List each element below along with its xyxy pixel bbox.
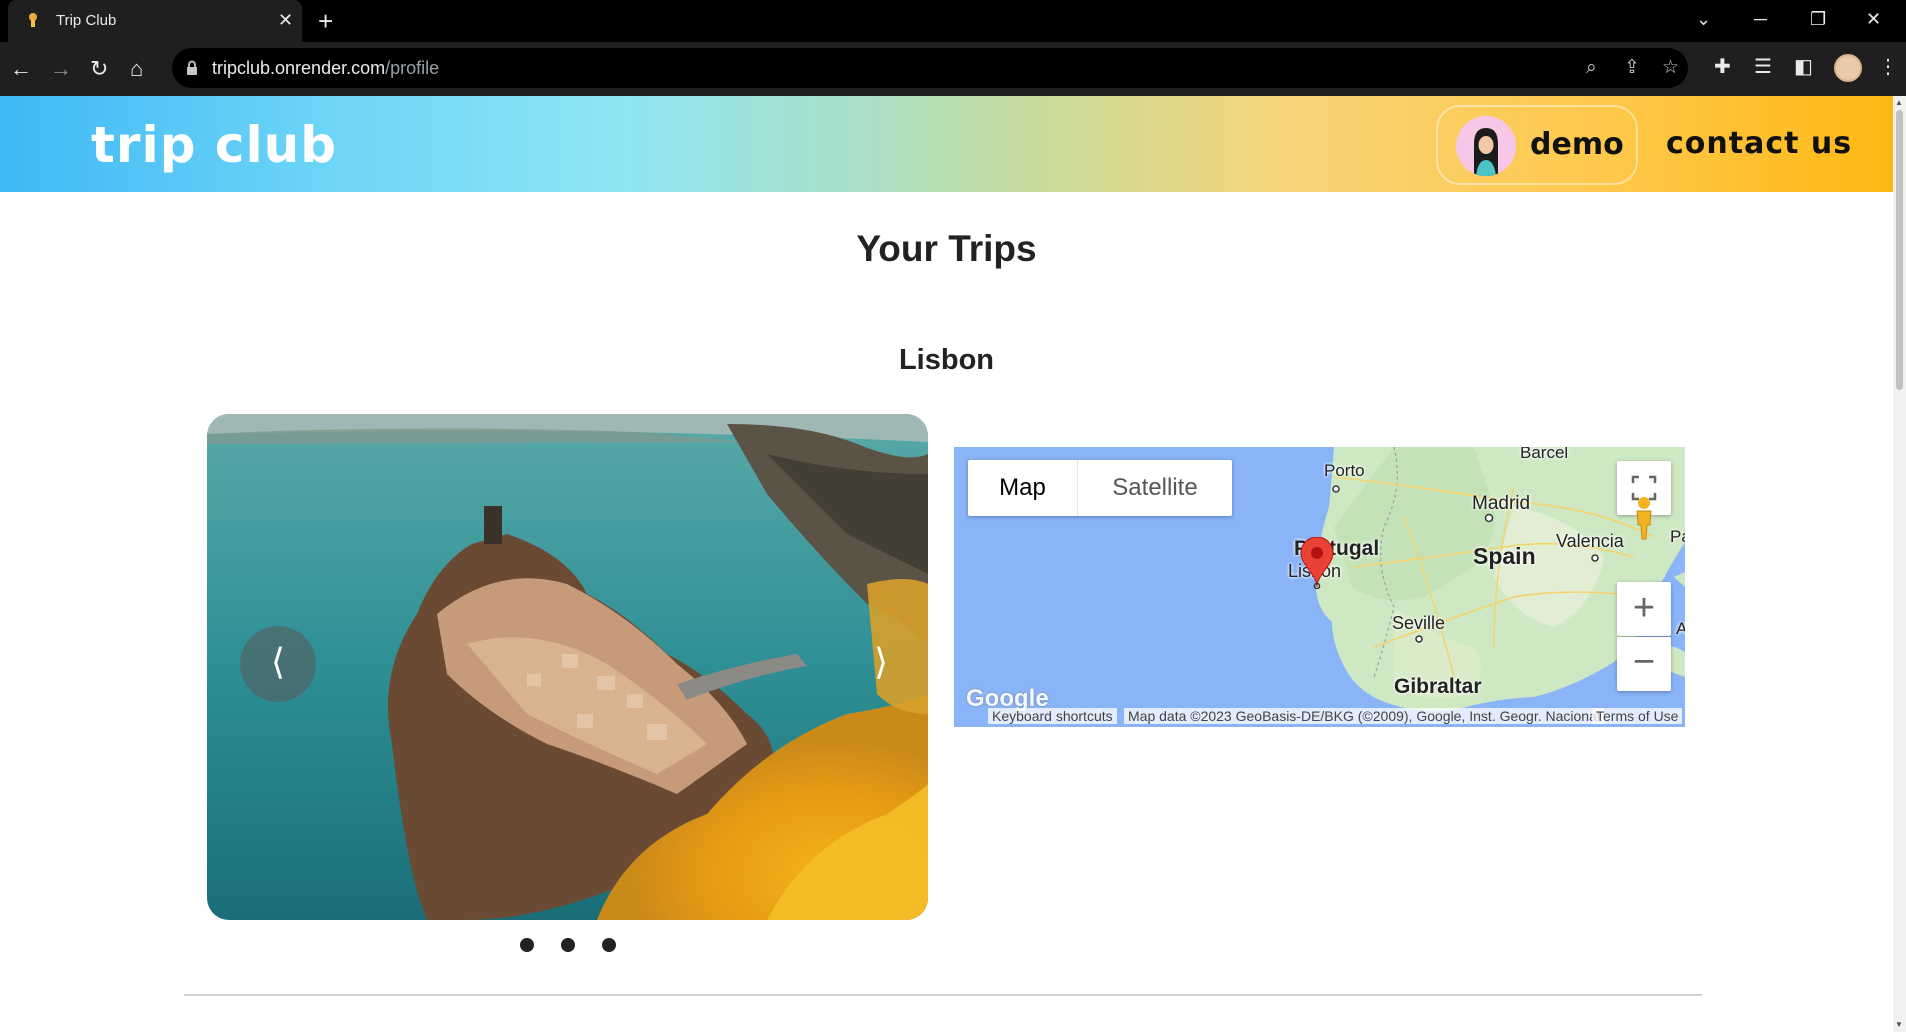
browser-profile-avatar[interactable] [1834, 54, 1862, 82]
browser-toolbar: ← → ↻ ⌂ tripclub.onrender.com/profile ⌕ … [0, 42, 1906, 96]
home-icon[interactable]: ⌂ [130, 56, 143, 82]
street-view-pegman[interactable] [1617, 493, 1671, 541]
trip-photo-carousel[interactable]: ⟨ ⟩ [207, 414, 928, 920]
close-window-icon[interactable]: ✕ [1866, 8, 1881, 30]
site-header: trip club demo contact us [0, 96, 1893, 192]
page-title: Your Trips [856, 228, 1037, 269]
map-attribution-bar: Keyboard shortcuts Map data ©2023 GeoBas… [954, 705, 1685, 727]
scroll-down-icon[interactable]: ▼ [1895, 1020, 1903, 1029]
scrollbar-thumb[interactable] [1896, 110, 1903, 390]
user-name: demo [1530, 127, 1624, 162]
carousel-dot-2[interactable] [561, 938, 575, 952]
map-type-control: Map Satellite [968, 460, 1232, 516]
side-panel-icon[interactable]: ◧ [1794, 55, 1813, 79]
page-viewport: trip club demo contact us Your Trips Lis… [0, 96, 1906, 1032]
back-icon[interactable]: ← [10, 56, 32, 82]
pegman-icon [1636, 497, 1652, 540]
carousel-dot-1[interactable] [520, 938, 534, 952]
tab-title: Trip Club [56, 12, 117, 29]
browser-menu-icon[interactable]: ⋮ [1878, 55, 1898, 79]
browser-tabstrip: Trip Club ✕ + ⌄ ─ ❐ ✕ [0, 0, 1906, 42]
new-tab-icon[interactable]: + [318, 7, 333, 35]
map-type-map-button[interactable]: Map [968, 460, 1078, 516]
carousel-prev-button[interactable]: ⟨ [240, 626, 316, 702]
forward-icon[interactable]: → [50, 56, 72, 82]
address-bar[interactable]: tripclub.onrender.com/profile ⌕ ⇪ ☆ [172, 48, 1688, 88]
trip-divider [184, 994, 1702, 996]
carousel-dot-3[interactable] [602, 938, 616, 952]
minimize-icon[interactable]: ─ [1754, 8, 1767, 30]
keyboard-shortcuts-link[interactable]: Keyboard shortcuts [988, 708, 1117, 724]
reload-icon[interactable]: ↻ [90, 56, 108, 82]
zoom-icon[interactable]: ⌕ [1586, 57, 1597, 79]
carousel-indicators [520, 938, 650, 954]
trip-club-favicon-icon [29, 13, 37, 27]
extensions-icon[interactable]: ✚ [1714, 55, 1731, 79]
zoom-in-button[interactable]: + [1617, 582, 1671, 636]
restore-icon[interactable]: ❐ [1810, 8, 1826, 30]
site-logo[interactable]: trip club [91, 116, 337, 174]
zoom-out-button[interactable]: − [1617, 637, 1671, 691]
page-scrollbar[interactable]: ▲ ▼ [1893, 96, 1906, 1032]
tab-search-chevron-icon[interactable]: ⌄ [1696, 8, 1711, 30]
contact-us-link[interactable]: contact us [1666, 126, 1852, 161]
user-profile-button[interactable]: demo [1436, 105, 1638, 185]
map-type-satellite-button[interactable]: Satellite [1078, 460, 1232, 516]
reading-list-icon[interactable]: ☰ [1754, 55, 1772, 79]
map-data-attribution: Map data ©2023 GeoBasis-DE/BKG (©2009), … [1124, 708, 1604, 724]
url-text: tripclub.onrender.com/profile [212, 58, 440, 78]
location-marker-icon[interactable] [1299, 537, 1335, 589]
carousel-next-button[interactable]: ⟩ [843, 626, 919, 702]
scroll-up-icon[interactable]: ▲ [1895, 98, 1903, 107]
trip-title: Lisbon [898, 344, 995, 376]
lock-icon [187, 60, 197, 75]
user-avatar [1456, 116, 1516, 176]
bookmark-star-icon[interactable]: ☆ [1662, 57, 1679, 79]
user-avatar-icon [1456, 116, 1516, 176]
terms-of-use-link[interactable]: Terms of Use [1592, 708, 1683, 724]
trip-map[interactable]: Porto Madrid Barcel Portugal Lisbon Spai… [954, 447, 1685, 727]
close-tab-icon[interactable]: ✕ [278, 9, 293, 31]
browser-tab[interactable]: Trip Club ✕ [8, 0, 302, 42]
share-icon[interactable]: ⇪ [1624, 57, 1640, 79]
